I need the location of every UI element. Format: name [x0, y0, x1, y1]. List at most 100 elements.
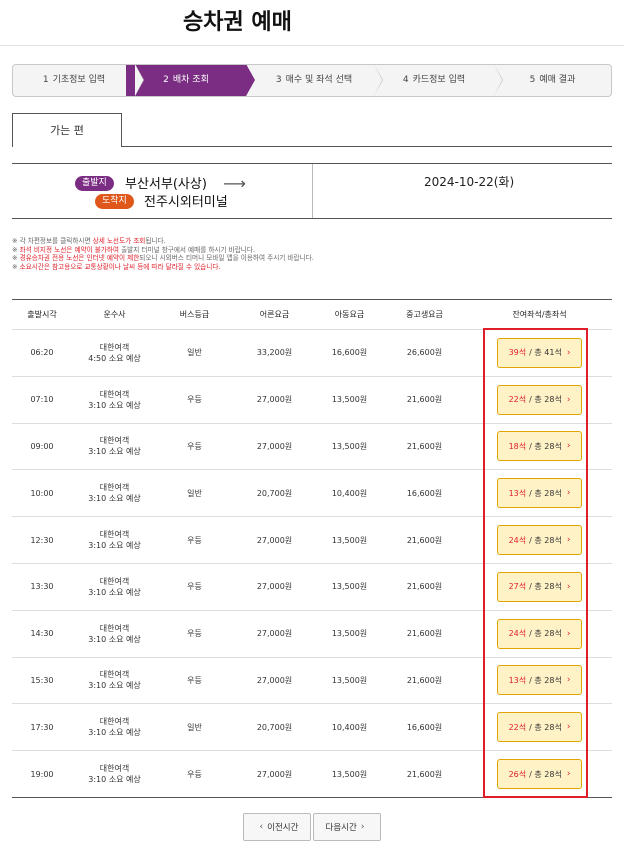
teen-fare: 21,600원 [406, 769, 443, 779]
bus-grade: 우등 [187, 675, 202, 685]
company-name: 대한여객 [99, 436, 130, 446]
company-cell: 대한여객 4:50 소요 예상 [72, 330, 157, 376]
teen-fare: 21,600원 [406, 582, 443, 592]
departure-time: 14:30 [30, 629, 54, 639]
progress-stepper: 1 기초정보 입력 2 배차 조회 3 매수 및 좌석 선택 4 카드정보 입력 5 예매… [12, 64, 612, 97]
step-label: 카드정보 입력 [412, 75, 466, 85]
company-name: 대한여객 [99, 389, 130, 399]
company-name: 대한여객 [99, 717, 130, 727]
child-fare: 16,600원 [331, 348, 368, 358]
duration: 3:10 소요 예상 [88, 400, 141, 410]
child-fare: 13,500원 [331, 769, 368, 779]
tab-underline [121, 146, 612, 147]
adult-fare: 33,200원 [256, 348, 293, 358]
bus-grade: 일반 [187, 722, 202, 732]
adult-fare: 27,000원 [256, 535, 293, 545]
departure-time: 17:30 [30, 722, 54, 732]
header-company: 운수사 [103, 310, 126, 319]
route-divider [312, 164, 313, 218]
departure-time: 19:00 [30, 769, 54, 779]
duration: 3:10 소요 예상 [88, 634, 141, 644]
company-name: 대한여객 [99, 342, 130, 352]
adult-fare: 27,000원 [256, 675, 293, 685]
child-fare: 13,500원 [331, 441, 368, 451]
route-summary: 출발지 부산서부(사상) ⟶ 도착지 전주시외터미널 2024-10-22(화) [12, 163, 612, 219]
company-name: 대한여객 [99, 576, 130, 586]
page-title: 승차권 예매 [183, 10, 292, 35]
notice-list: ※ 각 차편정보를 클릭하시면 상세 노선도가 조회됩니다. ※ 좌석 비지정 … [12, 237, 612, 272]
bus-grade: 우등 [187, 395, 202, 405]
step-number: 2 [163, 75, 169, 85]
company-cell: 대한여객 3:10 소요 예상 [72, 424, 157, 470]
bus-grade: 우등 [187, 582, 202, 592]
bus-grade: 우등 [187, 535, 202, 545]
departure-date: 2024-10-22(화) [424, 175, 515, 189]
duration: 3:10 소요 예상 [88, 681, 141, 691]
company-name: 대한여객 [99, 483, 130, 493]
table-header: 출발시각 운수사 버스등급 어른요금 아동요금 중고생요금 잔여좌석/총좌석 [12, 300, 612, 330]
step-1: 1 기초정보 입력 [13, 65, 144, 96]
duration: 3:10 소요 예상 [88, 494, 141, 504]
duration: 3:10 소요 예상 [88, 728, 141, 738]
step-2-active: 2 배차 조회 [126, 65, 255, 96]
departure-time: 07:10 [30, 395, 54, 405]
company-cell: 대한여객 3:10 소요 예상 [72, 564, 157, 610]
adult-fare: 27,000원 [256, 769, 293, 779]
departure-time: 13:30 [30, 582, 54, 592]
chevron-right-icon: › [360, 822, 365, 832]
teen-fare: 21,600원 [406, 675, 443, 685]
departure-terminal: 부산서부(사상) [125, 177, 207, 192]
teen-fare: 21,600원 [406, 535, 443, 545]
notice-item: ※ 경유승차권 전용 노선은 인터넷 예약이 제한되오니 시외버스 티머니 모바… [12, 254, 314, 263]
duration: 3:10 소요 예상 [88, 447, 141, 457]
teen-fare: 21,600원 [406, 395, 443, 405]
prev-time-button[interactable]: ‹ 이전시간 [243, 813, 311, 841]
company-name: 대한여객 [99, 670, 130, 680]
notice-item: ※ 각 차편정보를 클릭하시면 상세 노선도가 조회됩니다. [12, 237, 166, 245]
departure-time: 12:30 [30, 535, 54, 545]
notice-item: ※ 좌석 비지정 노선은 예약이 불가하여 출발지 터미널 창구에서 예매를 하… [12, 245, 256, 254]
company-name: 대한여객 [99, 530, 130, 540]
company-cell: 대한여객 3:10 소요 예상 [72, 751, 157, 797]
prev-time-label: 이전시간 [267, 823, 299, 833]
bus-grade: 일반 [187, 348, 202, 358]
adult-fare: 20,700원 [256, 488, 293, 498]
adult-fare: 27,000원 [256, 395, 293, 405]
seat-column-highlight [483, 328, 588, 798]
child-fare: 13,500원 [331, 395, 368, 405]
adult-fare: 27,000원 [256, 441, 293, 451]
teen-fare: 26,600원 [406, 348, 443, 358]
child-fare: 13,500원 [331, 582, 368, 592]
duration: 3:10 소요 예상 [88, 587, 141, 597]
company-cell: 대한여객 3:10 소요 예상 [72, 517, 157, 563]
arrival-badge: 도착지 [95, 194, 134, 209]
bus-grade: 우등 [187, 629, 202, 639]
header-bus-grade: 버스등급 [179, 310, 210, 319]
teen-fare: 21,600원 [406, 441, 443, 451]
departure-time: 06:20 [30, 348, 54, 358]
tab-outbound[interactable]: 가는 편 [12, 113, 122, 147]
step-label: 매수 및 좌석 선택 [285, 75, 353, 85]
company-cell: 대한여객 3:10 소요 예상 [72, 377, 157, 423]
step-number: 1 [42, 75, 49, 85]
company-name: 대한여객 [99, 764, 130, 774]
header-departure-time: 출발시각 [27, 310, 57, 319]
step-label: 배차 조회 [172, 75, 209, 85]
child-fare: 13,500원 [331, 629, 368, 639]
adult-fare: 27,000원 [256, 582, 293, 592]
header-child-fare: 아동요금 [334, 310, 365, 319]
arrival-terminal: 전주시외터미널 [144, 195, 228, 210]
title-divider [0, 45, 624, 46]
step-number: 5 [529, 75, 536, 85]
header-adult-fare: 어른요금 [259, 310, 290, 319]
step-number: 4 [402, 75, 409, 85]
next-time-button[interactable]: 다음시간 › [313, 813, 381, 841]
bus-grade: 우등 [187, 441, 202, 451]
departure-time: 09:00 [30, 441, 54, 451]
child-fare: 10,400원 [331, 488, 368, 498]
duration: 3:10 소요 예상 [88, 775, 141, 785]
notice-item: ※ 소요시간은 참고용으로 교통상황이나 날씨 등에 따라 달라질 수 있습니다… [12, 263, 221, 272]
company-cell: 대한여객 3:10 소요 예상 [72, 704, 157, 750]
step-label: 예매 결과 [539, 75, 576, 85]
step-4: 4 카드정보 입력 [374, 65, 503, 96]
